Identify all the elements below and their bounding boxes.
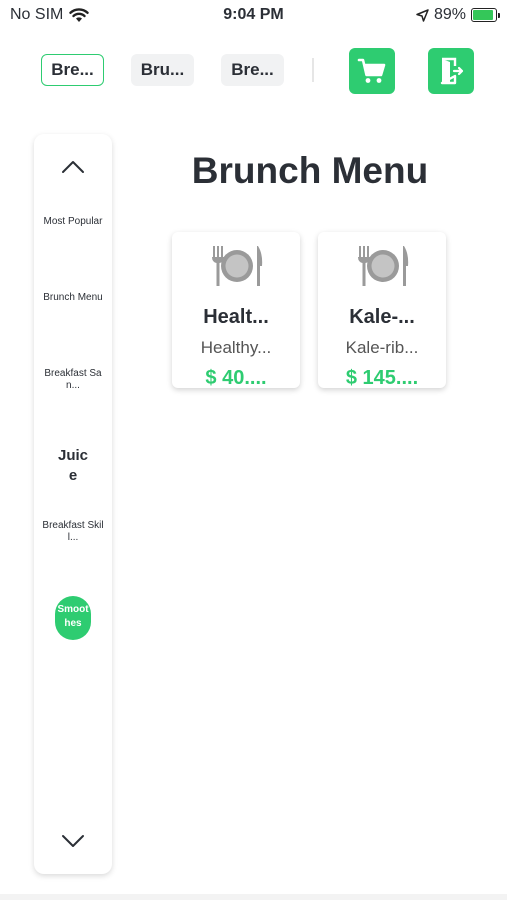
page-title: Brunch Menu <box>191 150 429 191</box>
status-right: 89% <box>416 6 500 24</box>
menu-item-price: $ 40.... <box>205 367 267 388</box>
side-item-breakfast-sandwich[interactable]: Breakfast San... <box>42 368 104 406</box>
plate-cutlery-icon <box>358 246 409 286</box>
scroll-down-button[interactable] <box>34 826 112 856</box>
tab-divider <box>312 58 314 82</box>
category-side-menu: Most Popular Brunch Menu Breakfast San..… <box>34 134 112 874</box>
location-arrow-icon <box>416 8 429 22</box>
bottom-edge <box>0 894 507 900</box>
exit-button[interactable] <box>428 48 474 94</box>
cart-button[interactable] <box>349 48 395 94</box>
status-bar: No SIM 9:04 PM 89% <box>0 0 507 32</box>
chevron-up-icon <box>62 161 84 173</box>
category-tab-bar: Bre... Bru... Bre... <box>0 48 507 96</box>
battery-icon <box>471 8 500 22</box>
tab-brunch[interactable]: Bru... <box>131 54 194 86</box>
plate-cutlery-icon <box>212 246 263 286</box>
side-item-brunch-menu[interactable]: Brunch Menu <box>42 292 104 330</box>
menu-item-card[interactable]: Kale-... Kale-rib... $ 145.... <box>318 232 446 388</box>
side-item-juice[interactable]: Juice <box>55 446 91 486</box>
menu-item-name: Healt... <box>203 306 269 328</box>
side-item-smoothies[interactable]: Smoothes <box>55 596 91 640</box>
menu-item-card[interactable]: Healt... Healthy... $ 40.... <box>172 232 300 388</box>
menu-item-name: Kale-... <box>349 306 415 328</box>
battery-percent: 89% <box>433 6 466 23</box>
menu-item-price: $ 145.... <box>345 367 419 388</box>
scroll-up-button[interactable] <box>34 152 112 182</box>
side-item-breakfast-skillet[interactable]: Breakfast Skill... <box>42 520 104 558</box>
tab-breakfast-2[interactable]: Bre... <box>221 54 284 86</box>
shopping-cart-icon <box>357 58 386 83</box>
chevron-down-icon <box>62 835 84 847</box>
tab-breakfast-1[interactable]: Bre... <box>41 54 104 86</box>
side-item-most-popular[interactable]: Most Popular <box>42 216 104 254</box>
menu-item-description: Healthy... <box>200 338 272 357</box>
battery-fill <box>473 10 493 20</box>
exit-door-icon <box>440 57 464 85</box>
menu-item-description: Kale-rib... <box>345 338 419 357</box>
